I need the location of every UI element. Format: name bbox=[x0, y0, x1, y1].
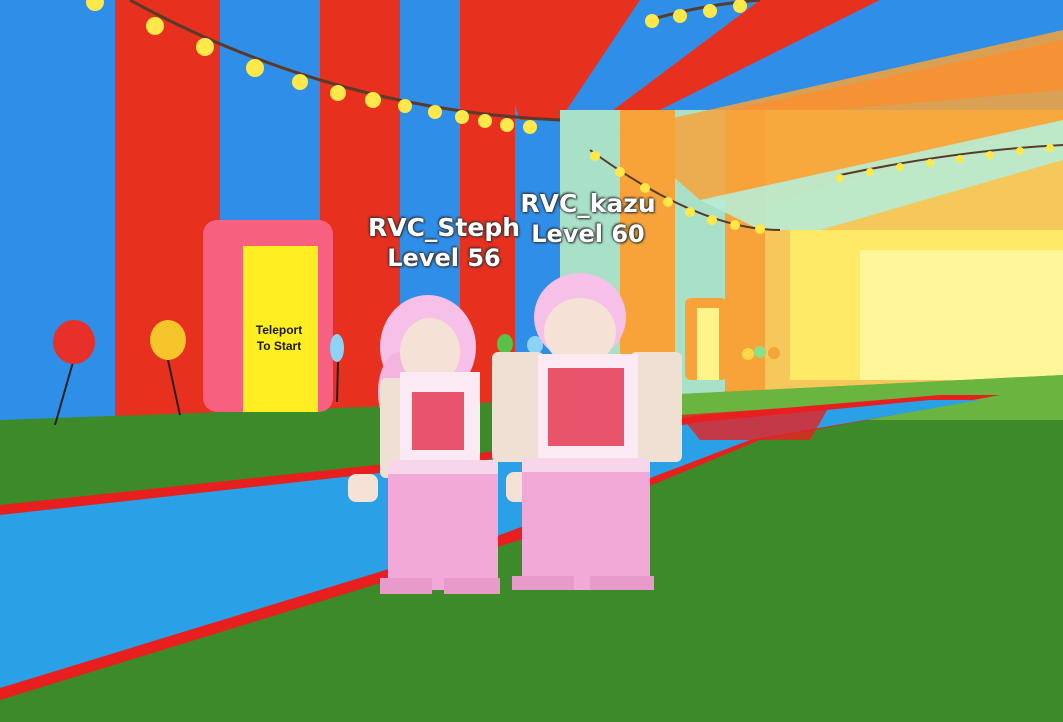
player-level: Level 56 bbox=[387, 244, 501, 273]
avatar-rvc-kazu[interactable] bbox=[470, 272, 700, 592]
player-level: Level 60 bbox=[531, 220, 645, 249]
player-name: RVC_kazu bbox=[520, 189, 656, 218]
door-sign-line-1: Teleport bbox=[255, 323, 303, 337]
nametag-rvc-kazu: RVC_kazu Level 60 bbox=[508, 188, 668, 249]
game-viewport[interactable]: Teleport To Start RVC_Steph Level 56 RVC… bbox=[0, 0, 1063, 722]
door-sign-line-2: To Start bbox=[256, 339, 302, 354]
player-name: RVC_Steph bbox=[367, 213, 521, 242]
teleport-door-sign[interactable]: Teleport To Start bbox=[244, 322, 314, 354]
nametag-rvc-steph: RVC_Steph Level 56 bbox=[360, 212, 528, 273]
